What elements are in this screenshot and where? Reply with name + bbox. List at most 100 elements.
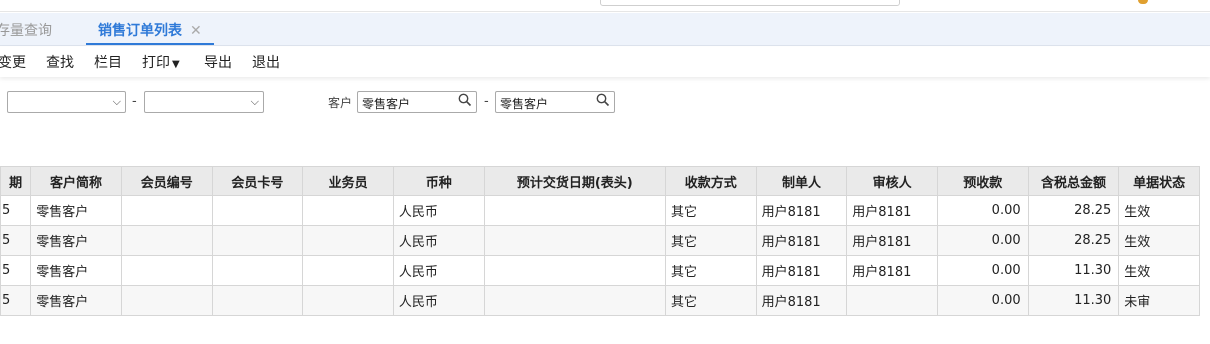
cell-currency: 人民币 xyxy=(392,255,485,286)
cell-payment-method: 其它 xyxy=(664,225,757,256)
cell-customer: 零售客户 xyxy=(30,255,122,286)
chevron-down-icon: ⌵ xyxy=(250,95,259,108)
cell-currency: 人民币 xyxy=(392,285,485,316)
cell-member-no xyxy=(120,285,213,316)
tab-inventory-query[interactable]: 存量查询 xyxy=(0,21,52,45)
customer-label: 客户 xyxy=(328,96,353,110)
table-header-row: 期 客户简称 会员编号 会员卡号 业务员 币种 预计交货日期(表头) 收款方式 … xyxy=(0,166,1200,196)
cell-status: 未审 xyxy=(1118,285,1200,316)
cell-total-amount: 28.25 xyxy=(1027,195,1120,226)
export-button[interactable]: 导出 xyxy=(204,52,232,72)
cell-date: 5 xyxy=(0,195,32,226)
print-button[interactable]: 打印 ▼ xyxy=(142,52,180,72)
cell-salesperson xyxy=(302,225,394,256)
col-header-prepayment[interactable]: 预收款 xyxy=(936,166,1029,196)
col-header-salesperson[interactable]: 业务员 xyxy=(302,166,394,196)
cell-salesperson xyxy=(302,285,394,316)
cell-member-no xyxy=(120,195,213,226)
col-header-member-no[interactable]: 会员编号 xyxy=(120,166,213,196)
col-header-delivery-date[interactable]: 预计交货日期(表头) xyxy=(483,166,666,196)
col-header-payment-method[interactable]: 收款方式 xyxy=(664,166,757,196)
date-from-select[interactable]: ⌵ xyxy=(7,91,126,113)
cell-prepayment: 0.00 xyxy=(936,195,1029,226)
tab-label: 存量查询 xyxy=(0,23,52,39)
columns-button[interactable]: 栏目 xyxy=(94,52,122,72)
cell-date: 5 xyxy=(0,255,32,286)
cell-customer: 零售客户 xyxy=(30,225,122,256)
col-header-date[interactable]: 期 xyxy=(0,166,32,196)
range-dash: - xyxy=(484,94,489,109)
cell-date: 5 xyxy=(0,225,32,256)
chevron-down-icon: ⌵ xyxy=(112,95,121,108)
cell-reviewer: 用户8181 xyxy=(846,255,938,286)
cell-status: 生效 xyxy=(1118,225,1200,256)
col-header-total-amount[interactable]: 含税总金额 xyxy=(1027,166,1120,196)
cell-member-no xyxy=(120,255,213,286)
search-icon[interactable] xyxy=(596,93,610,107)
col-header-reviewer[interactable]: 审核人 xyxy=(846,166,938,196)
cell-status: 生效 xyxy=(1118,255,1200,286)
search-icon[interactable] xyxy=(458,93,472,107)
cell-member-card xyxy=(211,285,304,316)
cell-payment-method: 其它 xyxy=(664,285,757,316)
table-row[interactable]: 5 零售客户 人民币 其它 用户8181 用户8181 0.00 11.30 生… xyxy=(0,255,1200,286)
notification-icon[interactable] xyxy=(1138,0,1148,4)
cell-total-amount: 11.30 xyxy=(1027,255,1120,286)
sales-order-table: 期 客户简称 会员编号 会员卡号 业务员 币种 预计交货日期(表头) 收款方式 … xyxy=(0,166,1200,316)
cell-reviewer: 用户8181 xyxy=(846,195,938,226)
find-button[interactable]: 查找 xyxy=(46,52,74,72)
exit-button[interactable]: 退出 xyxy=(252,52,280,72)
cell-delivery-date xyxy=(483,225,666,256)
cell-status: 生效 xyxy=(1118,195,1200,226)
cell-creator: 用户8181 xyxy=(755,195,848,226)
cell-creator: 用户8181 xyxy=(755,255,848,286)
cell-payment-method: 其它 xyxy=(664,255,757,286)
cell-delivery-date xyxy=(483,195,666,226)
toolbar: 变更 查找 栏目 打印 ▼ 导出 退出 xyxy=(0,47,1210,77)
cell-currency: 人民币 xyxy=(392,225,485,256)
cell-prepayment: 0.00 xyxy=(936,285,1029,316)
change-button[interactable]: 变更 xyxy=(0,52,26,72)
cell-prepayment: 0.00 xyxy=(936,255,1029,286)
customer-to-value: 零售客户 xyxy=(500,97,549,111)
cell-salesperson xyxy=(302,195,394,226)
customer-from-value: 零售客户 xyxy=(362,97,411,111)
cell-creator: 用户8181 xyxy=(755,225,848,256)
range-dash: - xyxy=(132,94,137,109)
cell-total-amount: 28.25 xyxy=(1027,225,1120,256)
col-header-currency[interactable]: 币种 xyxy=(392,166,485,196)
top-header-strip xyxy=(0,0,1210,12)
cell-reviewer xyxy=(846,285,938,316)
date-to-select[interactable]: ⌵ xyxy=(144,91,264,113)
cell-delivery-date xyxy=(483,285,666,316)
cell-reviewer: 用户8181 xyxy=(846,225,938,256)
table-row[interactable]: 5 零售客户 人民币 其它 用户8181 用户8181 0.00 28.25 生… xyxy=(0,225,1200,256)
cell-currency: 人民币 xyxy=(392,195,485,226)
col-header-member-card[interactable]: 会员卡号 xyxy=(211,166,304,196)
global-search-input[interactable] xyxy=(600,0,900,6)
customer-from-input[interactable]: 零售客户 xyxy=(357,91,477,113)
tab-sales-order-list[interactable]: 销售订单列表 ✕ xyxy=(86,21,214,45)
cell-member-card xyxy=(211,195,304,226)
tab-bar: 存量查询 销售订单列表 ✕ xyxy=(0,13,1210,46)
col-header-status[interactable]: 单据状态 xyxy=(1118,166,1200,196)
table-row[interactable]: 5 零售客户 人民币 其它 用户8181 0.00 11.30 未审 xyxy=(0,285,1200,316)
tab-label: 销售订单列表 xyxy=(98,23,182,39)
table-row[interactable]: 5 零售客户 人民币 其它 用户8181 用户8181 0.00 28.25 生… xyxy=(0,195,1200,226)
cell-delivery-date xyxy=(483,255,666,286)
cell-customer: 零售客户 xyxy=(30,195,122,226)
cell-total-amount: 11.30 xyxy=(1027,285,1120,316)
cell-creator: 用户8181 xyxy=(755,285,848,316)
cell-prepayment: 0.00 xyxy=(936,225,1029,256)
filter-bar: ⌵ - ⌵ 客户 零售客户 - 零售客户 xyxy=(0,86,1210,116)
col-header-customer[interactable]: 客户简称 xyxy=(30,166,122,196)
cell-member-card xyxy=(211,255,304,286)
close-icon[interactable]: ✕ xyxy=(190,23,202,39)
col-header-creator[interactable]: 制单人 xyxy=(755,166,848,196)
cell-member-no xyxy=(120,225,213,256)
cell-salesperson xyxy=(302,255,394,286)
cell-date: 5 xyxy=(0,285,32,316)
cell-member-card xyxy=(211,225,304,256)
print-label: 打印 xyxy=(142,55,170,71)
customer-to-input[interactable]: 零售客户 xyxy=(495,91,615,113)
